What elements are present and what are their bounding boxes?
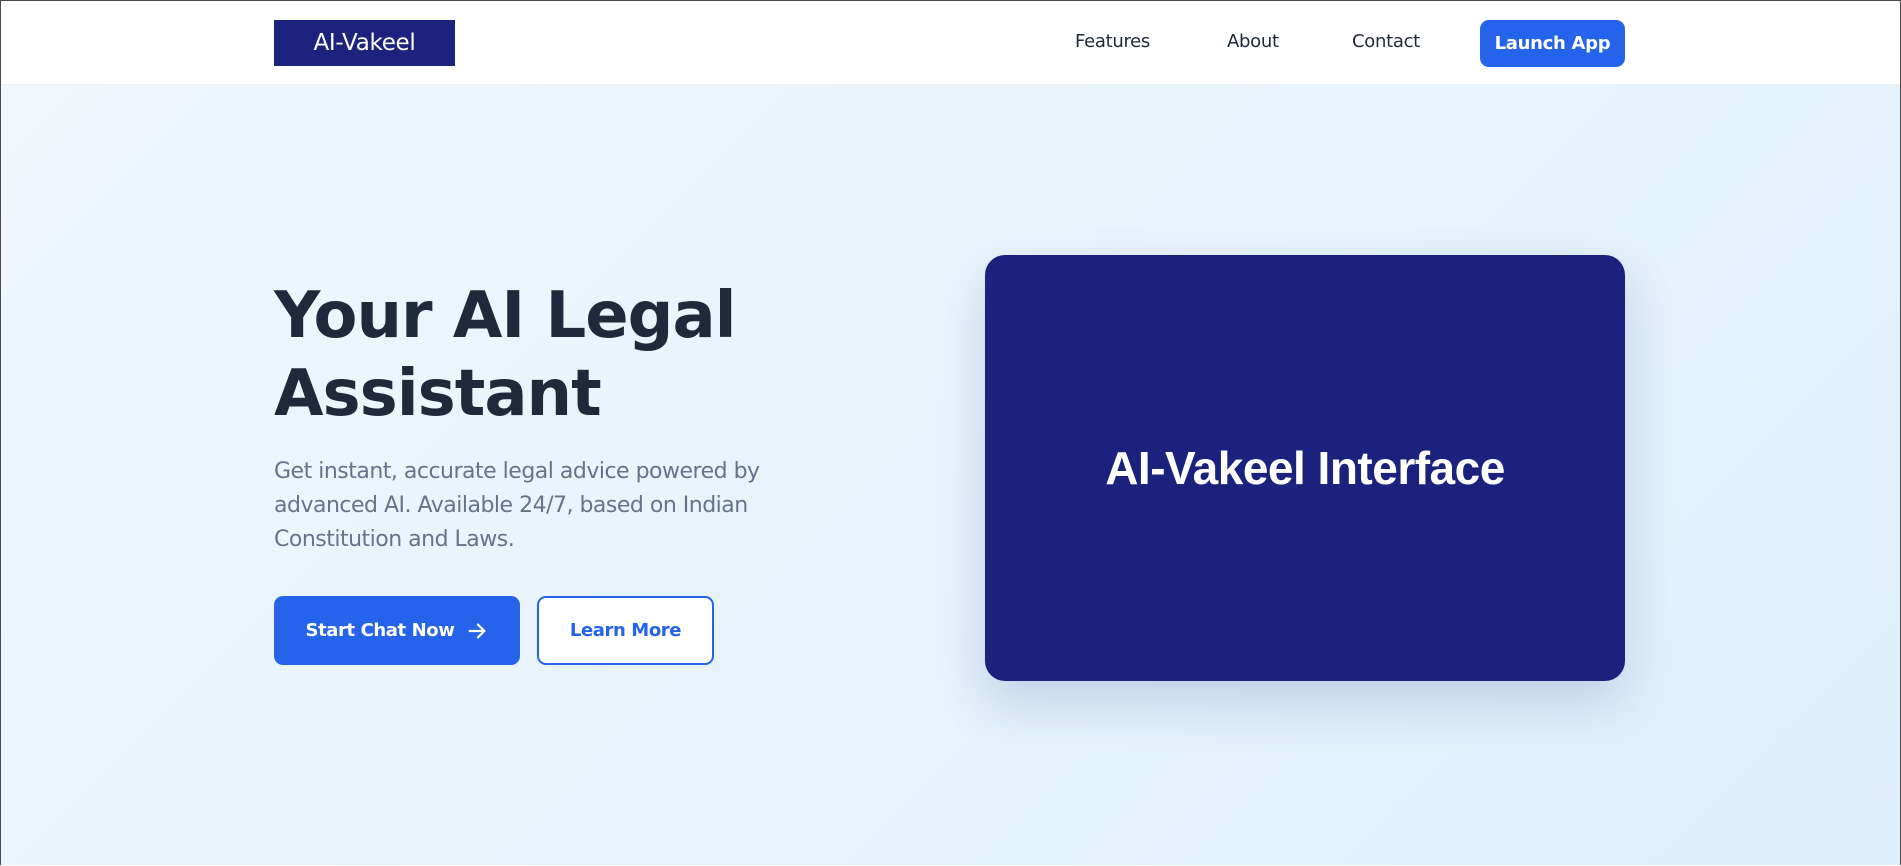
launch-app-label: Launch App [1494, 33, 1611, 54]
hero-subtitle: Get instant, accurate legal advice power… [274, 459, 760, 552]
logo-text: AI-Vakeel [313, 30, 416, 56]
nav-link-about[interactable]: About [1227, 31, 1279, 52]
nav-link-contact[interactable]: Contact [1352, 31, 1420, 52]
hero-title-line1: Your AI Legal [274, 279, 737, 353]
launch-app-button[interactable]: Launch App [1480, 20, 1625, 67]
nav-link-features[interactable]: Features [1075, 31, 1150, 52]
start-chat-button[interactable]: Start Chat Now [274, 596, 520, 665]
learn-more-button[interactable]: Learn More [537, 596, 714, 665]
start-chat-label: Start Chat Now [305, 620, 455, 641]
hero-section: Your AI Legal Assistant Get instant, acc… [1, 85, 1900, 865]
arrow-right-icon [466, 620, 488, 642]
logo[interactable]: AI-Vakeel [274, 20, 455, 66]
browser-viewport: AI-Vakeel Features About Contact Launch … [0, 0, 1901, 865]
interface-preview-card: AI-Vakeel Interface [985, 255, 1625, 681]
hero-title-line2: Assistant [274, 357, 602, 431]
learn-more-label: Learn More [569, 620, 682, 641]
interface-preview-label: AI-Vakeel Interface [1105, 442, 1505, 494]
navbar: AI-Vakeel Features About Contact Launch … [1, 1, 1900, 85]
hero-title: Your AI Legal Assistant [274, 277, 914, 433]
